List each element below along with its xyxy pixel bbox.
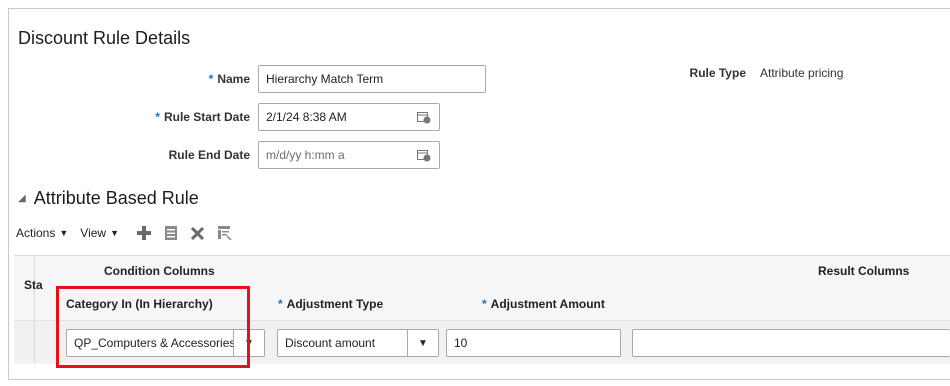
dropdown-arrow-icon[interactable]: ▼ <box>407 330 438 356</box>
name-field[interactable]: Hierarchy Match Term <box>258 65 486 93</box>
highlight-box <box>56 286 250 368</box>
adjustment-type-column-header[interactable]: * Adjustment Type <box>278 297 383 311</box>
actions-menu[interactable]: Actions ▼ <box>16 226 68 240</box>
rule-end-date-placeholder: m/d/yy h:mm a <box>266 148 345 162</box>
add-icon[interactable] <box>137 226 151 240</box>
adjustment-type-header-text: Adjustment Type <box>286 297 384 311</box>
calendar-icon[interactable] <box>417 149 431 162</box>
status-column-divider <box>34 255 35 363</box>
detail-icon[interactable] <box>165 226 177 240</box>
actions-label: Actions <box>16 226 56 240</box>
status-column-header: Sta <box>24 278 43 292</box>
freeze-icon[interactable] <box>218 226 232 240</box>
rule-type-label: Rule Type <box>689 66 746 80</box>
page-title: Discount Rule Details <box>18 28 191 48</box>
calendar-icon[interactable] <box>417 111 431 124</box>
view-label: View <box>80 226 107 240</box>
caret-down-icon: ▼ <box>110 228 119 238</box>
name-label: * Name <box>130 72 250 86</box>
table-toolbar: Actions ▼ View ▼ <box>16 226 246 240</box>
adjustment-amount-field[interactable]: 10 <box>446 329 621 357</box>
required-marker: * <box>482 297 487 311</box>
adjustment-amount-column-header[interactable]: * Adjustment Amount <box>482 297 605 311</box>
adjustment-type-value: Discount amount <box>285 336 376 350</box>
required-marker: * <box>208 72 214 86</box>
rule-start-date-value: 2/1/24 8:38 AM <box>266 110 347 124</box>
required-marker: * <box>278 297 283 311</box>
adjustment-amount-value: 10 <box>454 336 468 350</box>
section-header[interactable]: ◢ Attribute Based Rule <box>18 188 199 209</box>
rule-end-date-field[interactable]: m/d/yy h:mm a <box>258 141 440 169</box>
required-marker: * <box>155 110 160 124</box>
rule-start-date-label-text: Rule Start Date <box>163 110 250 124</box>
adjustment-type-select[interactable]: Discount amount ▼ <box>277 329 439 357</box>
name-value: Hierarchy Match Term <box>266 72 384 86</box>
condition-columns-header: Condition Columns <box>104 264 215 278</box>
delete-icon[interactable] <box>191 226 204 240</box>
name-label-text: Name <box>217 72 250 86</box>
view-menu[interactable]: View ▼ <box>80 226 119 240</box>
result-field[interactable] <box>632 329 950 357</box>
rule-start-date-field[interactable]: 2/1/24 8:38 AM <box>258 103 440 131</box>
rule-start-date-label: * Rule Start Date <box>120 110 250 124</box>
caret-down-icon: ▼ <box>59 228 69 238</box>
adjustment-amount-header-text: Adjustment Amount <box>490 297 605 311</box>
rule-end-date-label: Rule End Date <box>168 148 250 162</box>
result-columns-header: Result Columns <box>818 264 910 278</box>
rule-type-value: Attribute pricing <box>760 66 844 80</box>
section-title: Attribute Based Rule <box>33 188 199 208</box>
triangle-down-icon[interactable]: ◢ <box>18 193 26 204</box>
